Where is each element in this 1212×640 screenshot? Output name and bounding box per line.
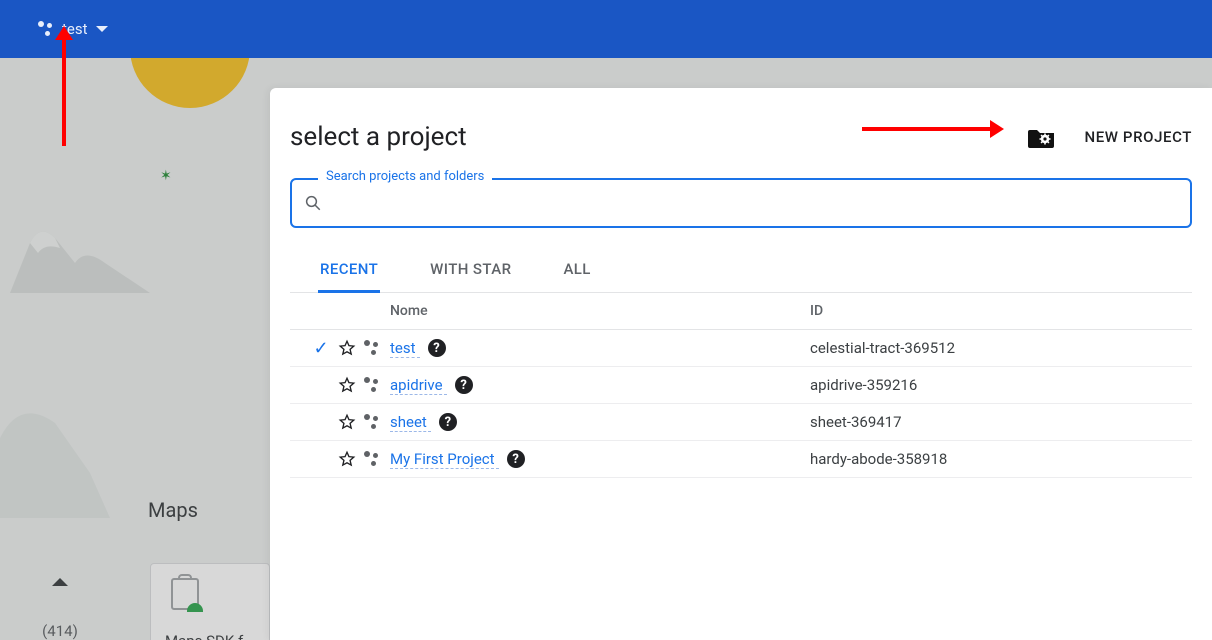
search-icon: [304, 194, 322, 212]
project-icon: [364, 340, 380, 356]
star-icon[interactable]: [338, 339, 356, 357]
project-table-body: ✓test?celestial-tract-369512apidrive?api…: [290, 330, 1192, 478]
project-icon: [364, 377, 380, 393]
search-field[interactable]: Search projects and folders: [290, 178, 1192, 228]
search-input[interactable]: [330, 188, 1178, 218]
tab-all[interactable]: ALL: [561, 248, 592, 292]
project-link[interactable]: sheet: [390, 413, 431, 432]
star-icon[interactable]: [338, 376, 356, 394]
dialog-title: select a project: [290, 122, 467, 152]
search-legend: Search projects and folders: [318, 169, 492, 184]
top-bar: test: [0, 0, 1212, 58]
help-icon[interactable]: ?: [455, 376, 473, 394]
help-icon[interactable]: ?: [439, 413, 457, 431]
project-id: apidrive-359216: [810, 376, 1192, 394]
table-row[interactable]: My First Project? hardy-abode-358918: [290, 441, 1192, 478]
help-icon[interactable]: ?: [507, 450, 525, 468]
manage-resources-button[interactable]: [1028, 126, 1056, 148]
project-icon: [364, 414, 380, 430]
tab-with-star[interactable]: WITH STAR: [428, 248, 513, 292]
project-link[interactable]: apidrive: [390, 376, 447, 395]
column-name: Nome: [390, 303, 810, 319]
star-icon[interactable]: [338, 450, 356, 468]
annotation-arrow-up: [62, 36, 66, 146]
project-icon: [38, 21, 54, 37]
table-row[interactable]: ✓ test? celestial-tract-369512: [290, 330, 1192, 367]
project-id: sheet-369417: [810, 413, 1192, 431]
project-link[interactable]: My First Project: [390, 450, 499, 469]
project-icon: [364, 451, 380, 467]
project-select-dialog: select a project NEW PROJECT Search proj…: [270, 88, 1212, 640]
project-id: hardy-abode-358918: [810, 450, 1192, 468]
project-link[interactable]: test: [390, 339, 420, 358]
tab-bar: RECENT WITH STAR ALL: [290, 248, 1192, 293]
annotation-arrow-right: [862, 127, 992, 131]
table-row[interactable]: sheet? sheet-369417: [290, 404, 1192, 441]
new-project-button[interactable]: NEW PROJECT: [1084, 128, 1192, 146]
project-id: celestial-tract-369512: [810, 339, 1192, 357]
help-icon[interactable]: ?: [428, 339, 446, 357]
tab-recent[interactable]: RECENT: [318, 248, 380, 293]
column-id: ID: [810, 303, 1192, 319]
star-icon[interactable]: [338, 413, 356, 431]
table-row[interactable]: apidrive? apidrive-359216: [290, 367, 1192, 404]
table-header: Nome ID: [290, 293, 1192, 330]
chevron-down-icon: [96, 26, 108, 32]
check-icon: ✓: [312, 338, 330, 359]
